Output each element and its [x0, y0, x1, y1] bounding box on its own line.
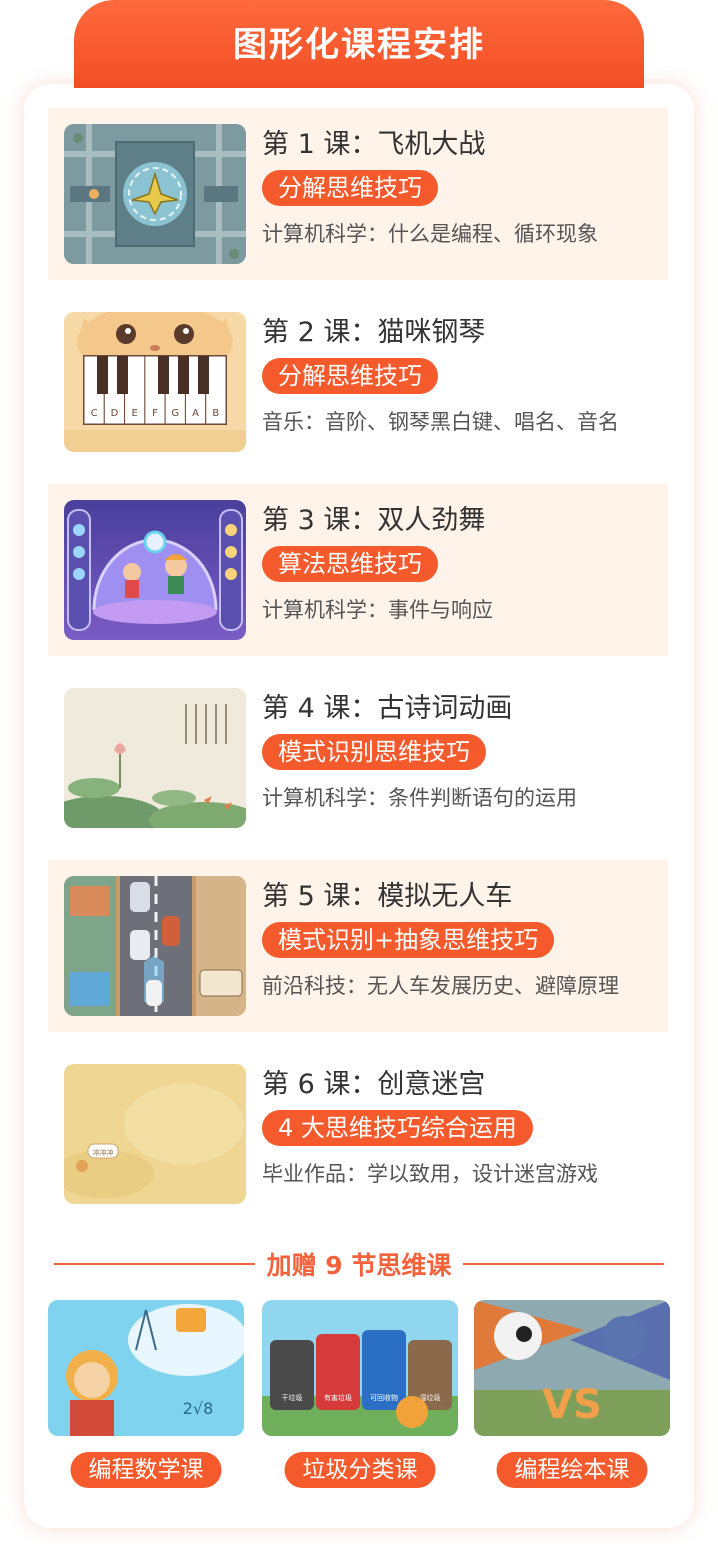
lesson-thumbnail-self-driving-car — [64, 876, 246, 1016]
divider-left — [54, 1263, 255, 1265]
lesson-title: 第 1 课：飞机大战 — [262, 129, 486, 160]
lesson-thumbnail-airplane-battle — [64, 124, 246, 264]
lesson-thumbnail-maze: 冲冲冲 — [64, 1064, 246, 1204]
math-number-text: 2√8 — [183, 1399, 214, 1418]
bonus-thumbnail-picturebook: VS — [474, 1300, 670, 1436]
lesson-item[interactable]: 第 3 课：双人劲舞 算法思维技巧 计算机科学：事件与响应 — [48, 484, 668, 656]
skill-tag: 分解思维技巧 — [262, 358, 438, 394]
piano-key-label: E — [132, 408, 138, 419]
bonus-section-header: 加赠 9 节思维课 — [54, 1244, 664, 1284]
lesson-thumbnail-cat-piano: CDEFGAB — [64, 312, 246, 452]
piano-key-label: D — [111, 408, 119, 419]
lesson-item[interactable]: 第 4 课：古诗词动画 模式识别思维技巧 计算机科学：条件判断语句的运用 — [48, 672, 668, 844]
page-title: 图形化课程安排 — [233, 24, 485, 65]
lesson-description: 计算机科学：条件判断语句的运用 — [262, 786, 577, 810]
piano-key-label: B — [212, 408, 219, 419]
lesson-description: 毕业作品：学以致用，设计迷宫游戏 — [262, 1162, 598, 1186]
skill-tag: 分解思维技巧 — [262, 170, 438, 206]
bonus-course-picturebook[interactable]: VS 编程绘本课 — [474, 1300, 670, 1490]
divider-right — [463, 1263, 664, 1265]
lesson-thumbnail-poem — [64, 688, 246, 828]
piano-key-label: C — [91, 408, 98, 419]
header-banner: 图形化课程安排 — [74, 0, 644, 88]
bin-label: 可回收物 — [370, 1393, 398, 1402]
bin-label: 干垃圾 — [282, 1393, 303, 1402]
skill-tag: 模式识别+抽象思维技巧 — [262, 922, 555, 958]
skill-tag: 算法思维技巧 — [262, 546, 438, 582]
bonus-course-label: 编程数学课 — [70, 1452, 222, 1488]
piano-key-label: F — [152, 408, 158, 419]
bonus-course-garbage[interactable]: 干垃圾 有害垃圾 可回收物 湿垃圾 垃圾分类课 — [262, 1300, 458, 1490]
bonus-thumbnail-garbage: 干垃圾 有害垃圾 可回收物 湿垃圾 — [262, 1300, 458, 1436]
lesson-item[interactable]: 冲冲冲 第 6 课：创意迷宫 4 大思维技巧综合运用 毕业作品：学以致用，设计迷… — [48, 1048, 668, 1220]
lesson-title: 第 6 课：创意迷宫 — [262, 1069, 486, 1100]
piano-key-label: A — [192, 408, 199, 419]
lesson-item[interactable]: 第 5 课：模拟无人车 模式识别+抽象思维技巧 前沿科技：无人车发展历史、避障原… — [48, 860, 668, 1032]
lesson-description: 音乐：音阶、钢琴黑白键、唱名、音名 — [262, 410, 619, 434]
bonus-thumbnail-math: 2√8 — [48, 1300, 244, 1436]
lesson-title: 第 3 课：双人劲舞 — [262, 505, 486, 536]
vs-text: VS — [542, 1382, 602, 1428]
lesson-thumbnail-dance — [64, 500, 246, 640]
piano-key-label: G — [171, 408, 179, 419]
lesson-description: 计算机科学：事件与响应 — [262, 598, 493, 622]
lesson-item[interactable]: 第 1 课：飞机大战 分解思维技巧 计算机科学：什么是编程、循环现象 — [48, 108, 668, 280]
lesson-title: 第 2 课：猫咪钢琴 — [262, 317, 486, 348]
lesson-item[interactable]: C D E F G A B 第 2 课：猫咪钢琴 分解思维技巧 音乐：音阶、钢琴黑白键、唱名… — [48, 296, 668, 468]
skill-tag: 模式识别思维技巧 — [262, 734, 486, 770]
skill-tag: 4 大思维技巧综合运用 — [262, 1110, 533, 1146]
bonus-course-label: 垃圾分类课 — [284, 1452, 436, 1488]
maze-bubble-text: 冲冲冲 — [93, 1148, 114, 1157]
bin-label: 有害垃圾 — [324, 1393, 352, 1402]
lesson-description: 前沿科技：无人车发展历史、避障原理 — [262, 974, 619, 998]
lesson-title: 第 4 课：古诗词动画 — [262, 693, 513, 724]
lesson-description: 计算机科学：什么是编程、循环现象 — [262, 222, 598, 246]
lesson-title: 第 5 课：模拟无人车 — [262, 881, 513, 912]
bonus-course-math[interactable]: 2√8 编程数学课 — [48, 1300, 244, 1490]
bonus-title: 加赠 9 节思维课 — [266, 1251, 452, 1280]
bonus-course-label: 编程绘本课 — [496, 1452, 648, 1488]
